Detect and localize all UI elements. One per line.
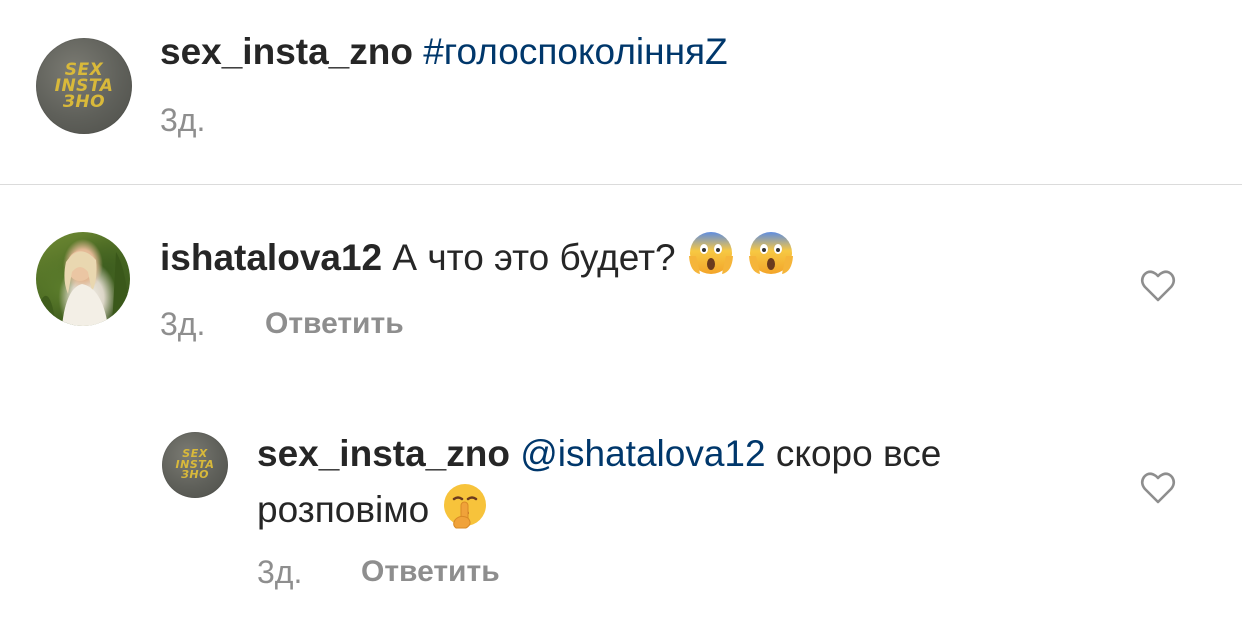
- divider: [0, 184, 1242, 185]
- comment-like-heart-icon[interactable]: [1138, 266, 1178, 306]
- avatar-brand-line-3: ЗНО: [62, 92, 106, 113]
- reply-body-line-2: розповімо: [257, 488, 430, 530]
- reply-avatar[interactable]: SEX INSTA ЗНО: [162, 432, 228, 498]
- reply-line-1: sex_insta_zno @ishatalova12 скоро все: [257, 428, 941, 480]
- caption-avatar[interactable]: SEX INSTA ЗНО: [36, 38, 132, 134]
- reply-body-line-1: скоро все: [775, 433, 942, 474]
- reply-reply-button[interactable]: Ответить: [361, 552, 500, 592]
- comment-reply-button[interactable]: Ответить: [265, 304, 404, 344]
- caption-time: 3д.: [160, 102, 206, 138]
- comment-username[interactable]: ishatalova12: [160, 237, 382, 278]
- comment-text: ishatalova12 А что это будет?: [160, 228, 796, 292]
- avatar-photo-icon: [36, 251, 130, 326]
- face-screaming-in-fear-emoji: [746, 228, 796, 292]
- face-screaming-in-fear-emoji: [686, 228, 736, 292]
- reply-line-2: розповімо: [257, 480, 941, 544]
- reply-like-heart-icon[interactable]: [1138, 468, 1178, 508]
- caption-text: sex_insta_zno #голоспоколінняZ: [160, 30, 728, 74]
- comment-time: 3д.: [160, 306, 206, 342]
- comment-avatar[interactable]: [36, 232, 130, 326]
- caption-username[interactable]: sex_insta_zno: [160, 31, 413, 72]
- reply-mention[interactable]: @ishatalova12: [520, 433, 765, 474]
- comment-body: А что это будет?: [392, 236, 676, 278]
- avatar-brand-line-3: ЗНО: [181, 468, 209, 482]
- reply-time: 3д.: [257, 554, 303, 590]
- reply-username[interactable]: sex_insta_zno: [257, 433, 510, 474]
- shushing-face-emoji: [440, 480, 490, 544]
- reply-text: sex_insta_zno @ishatalova12 скоро все ро…: [257, 428, 941, 544]
- caption-hashtag[interactable]: #голоспоколінняZ: [423, 31, 727, 72]
